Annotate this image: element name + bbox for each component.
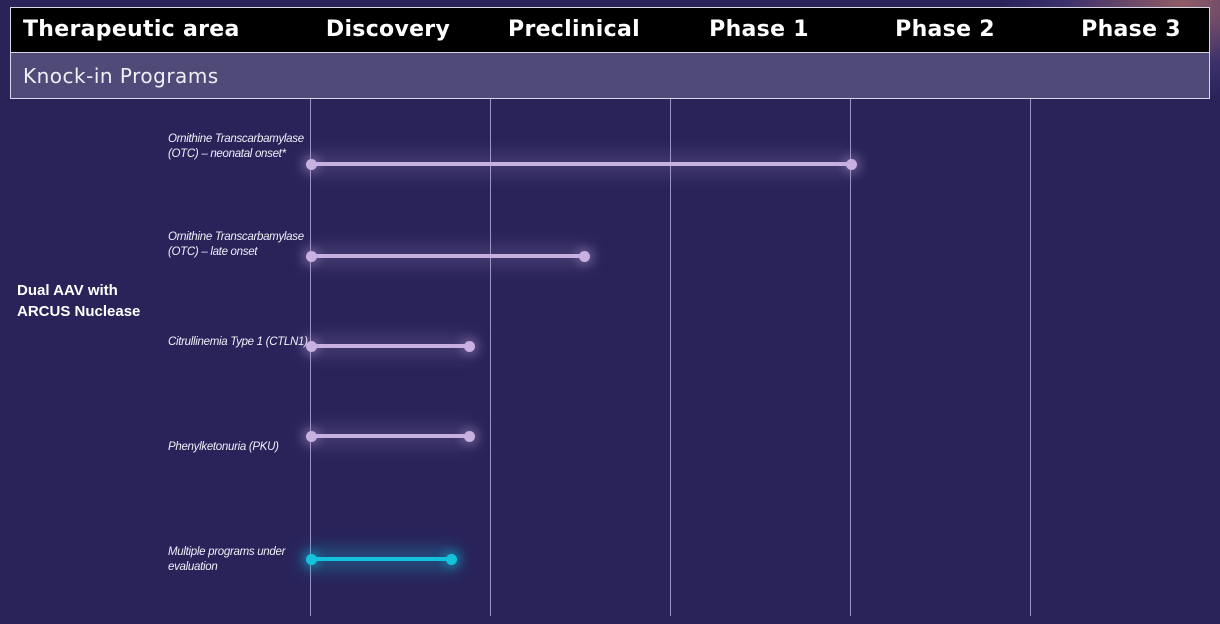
program-label-multiple: Multiple programs under evaluation [168, 546, 286, 573]
progress-bar-otc-late [311, 254, 585, 258]
progress-bar-pku [311, 434, 470, 438]
progress-end-dot-otc-late [579, 250, 591, 262]
grid-line-phase-1 [670, 99, 671, 616]
progress-start-dot-otc-late [305, 250, 317, 262]
header-phase-2: Phase 2 [895, 17, 995, 42]
progress-start-dot-multiple [305, 553, 317, 565]
progress-end-dot-pku [463, 430, 475, 442]
header-phase-3: Phase 3 [1081, 17, 1181, 42]
progress-end-dot-multiple [445, 553, 457, 565]
program-label-otc-neonatal: Ornithine Transcarbamylase (OTC) – neona… [168, 133, 304, 160]
therapeutic-area-label: Dual AAV with ARCUS Nuclease [17, 282, 141, 320]
grid-line-phase-2 [850, 99, 851, 616]
progress-bar-ctln1 [311, 344, 470, 348]
program-label-pku: Phenylketonuria (PKU) [168, 441, 279, 453]
progress-start-dot-pku [305, 430, 317, 442]
progress-end-dot-ctln1 [463, 340, 475, 352]
header-phase-preclinical: Preclinical [508, 17, 640, 42]
progress-start-dot-otc-neonatal [305, 158, 317, 170]
progress-bar-multiple [311, 557, 452, 561]
header-phase-discovery: Discovery [325, 17, 451, 42]
program-label-otc-late: Ornithine Transcarbamylase (OTC) – late … [168, 231, 304, 258]
header-phase-1: Phase 1 [709, 17, 809, 42]
header-therapeutic-area: Therapeutic area [23, 17, 240, 42]
grid-line-phase-3 [1030, 99, 1031, 616]
progress-end-dot-otc-neonatal [845, 158, 857, 170]
grid-line-discovery [310, 99, 311, 616]
program-label-ctln1: Citrullinemia Type 1 (CTLN1) [168, 336, 308, 348]
pipeline-header: Therapeutic area Discovery Preclinical P… [10, 7, 1210, 53]
section-title: Knock-in Programs [23, 64, 219, 88]
section-header: Knock-in Programs [10, 53, 1210, 99]
grid-line-preclinical [490, 99, 491, 616]
progress-start-dot-ctln1 [305, 340, 317, 352]
progress-bar-otc-neonatal [311, 162, 851, 166]
